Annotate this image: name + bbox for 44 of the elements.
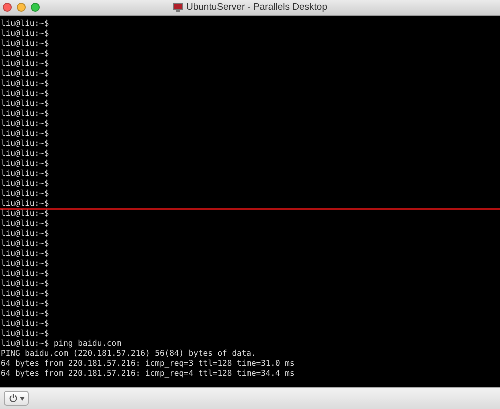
power-icon: [8, 394, 18, 403]
caret-icon: [20, 396, 24, 400]
terminal-line: liu@liu:~$: [0, 29, 50, 39]
terminal-line: PING baidu.com (220.181.57.216) 56(84) bytes of data.: [0, 349, 256, 359]
terminal-line: liu@liu:~$: [0, 89, 50, 99]
terminal-line: liu@liu:~$: [0, 289, 50, 299]
terminal-line: liu@liu:~$: [0, 219, 50, 229]
terminal-line: liu@liu:~$: [0, 249, 50, 259]
close-icon[interactable]: [3, 3, 12, 12]
terminal-line: liu@liu:~$: [0, 319, 50, 329]
terminal-line: liu@liu:~$: [0, 149, 50, 159]
zoom-icon[interactable]: [31, 3, 40, 12]
terminal-line: liu@liu:~$: [0, 329, 50, 339]
terminal-line: liu@liu:~$: [0, 229, 50, 239]
terminal-line: liu@liu:~$: [0, 59, 50, 69]
terminal-line: liu@liu:~$: [0, 109, 50, 119]
terminal-line: liu@liu:~$: [0, 169, 50, 179]
terminal-line: liu@liu:~$: [0, 279, 50, 289]
terminal-line: liu@liu:~$: [0, 119, 50, 129]
terminal-line: liu@liu:~$: [0, 199, 50, 209]
terminal-line: liu@liu:~$: [0, 69, 50, 79]
terminal-line: liu@liu:~$: [0, 239, 50, 249]
terminal-line: liu@liu:~$: [0, 299, 50, 309]
window-title: UbuntuServer - Parallels Desktop: [186, 2, 328, 13]
terminal-line: liu@liu:~$: [0, 99, 50, 109]
terminal-line: liu@liu:~$: [0, 269, 50, 279]
terminal-line: liu@liu:~$: [0, 259, 50, 269]
terminal-line: liu@liu:~$: [0, 79, 50, 89]
terminal-line: liu@liu:~$: [0, 309, 50, 319]
terminal-line: liu@liu:~$: [0, 179, 50, 189]
terminal-line: 64 bytes from 220.181.57.216: icmp_req=4 ttl=128 time=34.4 ms: [0, 369, 295, 379]
terminal-line: liu@liu:~$: [0, 139, 50, 149]
terminal-line: liu@liu:~$ ping baidu.com: [0, 339, 122, 349]
terminal-line: liu@liu:~$: [0, 39, 50, 49]
terminal-line: liu@liu:~$: [0, 19, 50, 29]
terminal-line: liu@liu:~$: [0, 129, 50, 139]
monitor-icon: [172, 3, 182, 12]
terminal-line: liu@liu:~$: [0, 189, 50, 199]
minimize-icon[interactable]: [17, 3, 26, 12]
terminal-line: liu@liu:~$: [0, 159, 50, 169]
terminal-line: 64 bytes from 220.181.57.216: icmp_req=3 ttl=128 time=31.0 ms: [0, 359, 295, 369]
terminal-line: liu@liu:~$: [0, 49, 50, 59]
terminal-line: liu@liu:~$: [0, 209, 50, 219]
power-button[interactable]: [4, 391, 29, 406]
